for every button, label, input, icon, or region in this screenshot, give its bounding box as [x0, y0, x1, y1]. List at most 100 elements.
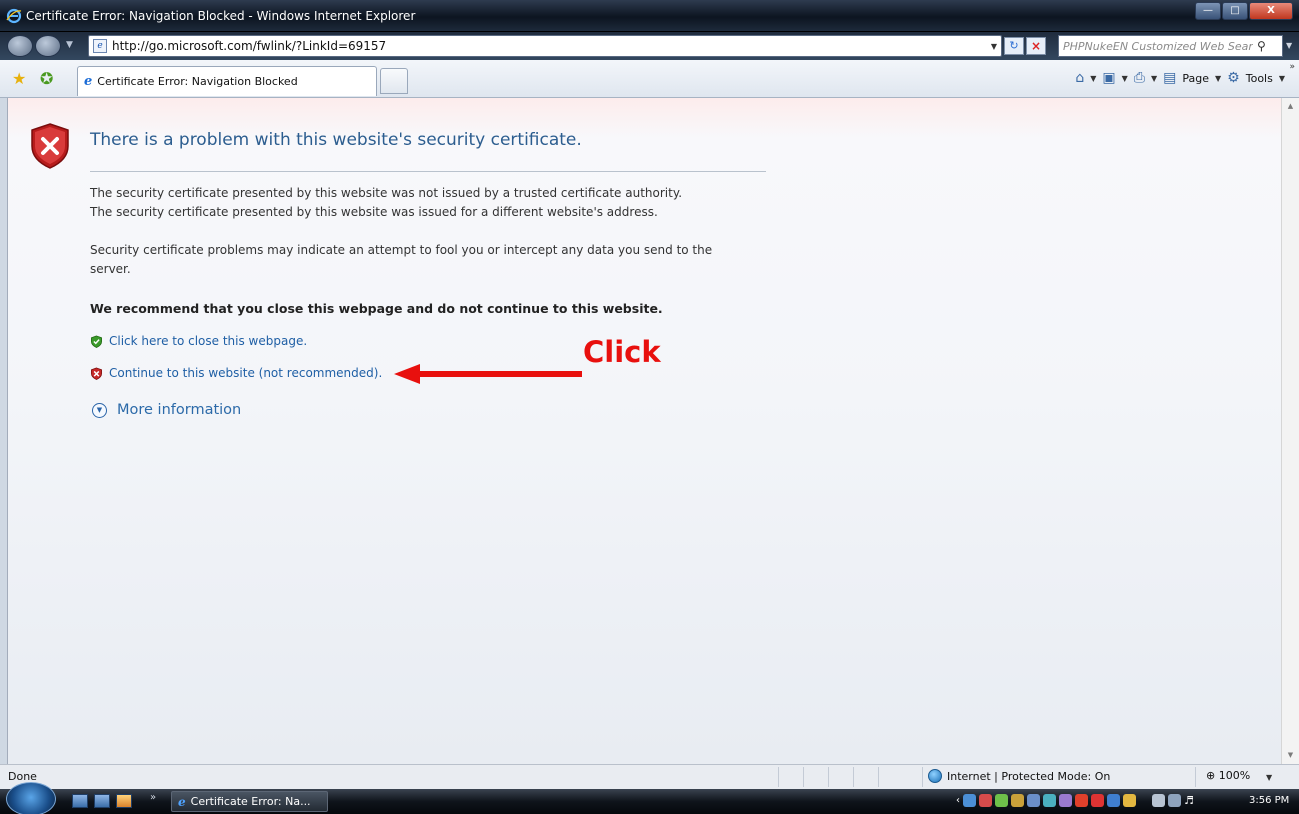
tools-menu-button[interactable]: Tools: [1246, 72, 1273, 85]
favorites-star-icon[interactable]: ★: [12, 69, 26, 88]
zoom-value: 100%: [1218, 769, 1251, 782]
new-tab-button[interactable]: [380, 68, 408, 94]
tray-app-icon[interactable]: [1059, 794, 1072, 807]
tray-app-icon[interactable]: [1091, 794, 1104, 807]
stop-button[interactable]: ×: [1026, 37, 1046, 55]
url-text[interactable]: http://go.microsoft.com/fwlink/?LinkId=6…: [112, 39, 386, 53]
zone-label: Internet | Protected Mode: On: [947, 769, 1111, 783]
tab-certificate-error[interactable]: e Certificate Error: Navigation Blocked: [77, 66, 377, 96]
network-icon[interactable]: [1152, 794, 1165, 807]
scroll-up-icon[interactable]: ▲: [1282, 98, 1299, 115]
tray-chevron-icon[interactable]: ‹: [956, 795, 960, 806]
back-button[interactable]: [7, 35, 33, 57]
quick-launch-chevron-icon[interactable]: »: [150, 792, 156, 803]
globe-icon: [928, 769, 942, 783]
annotation-arrow: [394, 364, 582, 384]
continue-website-link[interactable]: Continue to this website (not recommende…: [109, 366, 382, 380]
address-dropdown-icon[interactable]: ▼: [991, 42, 997, 51]
status-divider: [803, 767, 804, 787]
tray-app-icon[interactable]: [1027, 794, 1040, 807]
scroll-down-icon[interactable]: ▼: [1282, 747, 1299, 764]
command-bar: ⌂ ▼ ▣ ▼ ⎙ ▼ ▤ Page ▼ ⚙ Tools ▼: [1075, 70, 1285, 86]
overflow-chevron-icon[interactable]: »: [1289, 62, 1295, 72]
more-information-label[interactable]: More information: [117, 402, 241, 418]
navigation-bar: ▼ e http://go.microsoft.com/fwlink/?Link…: [0, 32, 1299, 60]
shield-error-icon: [91, 367, 102, 380]
taskbar-window-label: Certificate Error: Na...: [190, 795, 311, 808]
search-input[interactable]: PHPNukeEN Customized Web Searc ⚲: [1058, 35, 1283, 57]
search-icon[interactable]: ⚲: [1257, 39, 1266, 53]
more-information-toggle[interactable]: ▼ More information: [92, 402, 241, 418]
status-divider: [1195, 767, 1196, 787]
tray-app-icon[interactable]: [1011, 794, 1024, 807]
tools-gear-icon: ⚙: [1227, 70, 1240, 86]
tray-app-icon[interactable]: [1043, 794, 1056, 807]
tray-app-icon[interactable]: [1075, 794, 1088, 807]
close-window-button[interactable]: X: [1249, 2, 1293, 20]
page-icon: ▤: [1163, 70, 1177, 86]
ie-icon: [6, 8, 22, 24]
close-webpage-link[interactable]: Click here to close this webpage.: [109, 334, 307, 348]
close-webpage-link-row[interactable]: Click here to close this webpage.: [90, 334, 307, 348]
status-bar: Done Internet | Protected Mode: On ⊕ 100…: [0, 764, 1299, 789]
quick-launch-app-icon[interactable]: [116, 794, 132, 808]
tab-bar: ★ ✪ e Certificate Error: Navigation Bloc…: [0, 60, 1299, 98]
zoom-dropdown-icon[interactable]: ▼: [1266, 773, 1272, 782]
search-placeholder: PHPNukeEN Customized Web Searc: [1063, 39, 1253, 53]
window-title: Certificate Error: Navigation Blocked - …: [26, 9, 416, 23]
search-options-dropdown[interactable]: ▼: [1286, 41, 1292, 50]
system-clock[interactable]: 3:56 PM: [1249, 795, 1289, 806]
page-icon: e: [93, 39, 107, 53]
maximize-button[interactable]: □: [1222, 2, 1248, 20]
security-zone[interactable]: Internet | Protected Mode: On: [928, 769, 1110, 783]
page-dropdown-icon[interactable]: ▼: [1215, 74, 1221, 83]
divider: [90, 171, 766, 172]
taskbar-ie-window[interactable]: e Certificate Error: Na...: [171, 791, 328, 812]
address-bar[interactable]: e http://go.microsoft.com/fwlink/?LinkId…: [88, 35, 1002, 57]
warning-text: Security certificate problems may indica…: [90, 243, 713, 276]
quick-launch: [72, 794, 132, 808]
expand-circle-icon[interactable]: ▼: [92, 402, 107, 418]
vertical-scrollbar[interactable]: ▲ ▼: [1281, 98, 1299, 764]
page-content: There is a problem with this website's s…: [7, 98, 1281, 764]
ie-icon: e: [84, 74, 93, 89]
refresh-button[interactable]: ↻: [1004, 37, 1024, 55]
continue-website-link-row[interactable]: Continue to this website (not recommende…: [90, 366, 382, 380]
display-icon[interactable]: [1168, 794, 1181, 807]
tray-app-icon[interactable]: [1107, 794, 1120, 807]
system-tray: ‹ ♬: [956, 794, 1194, 807]
zoom-level[interactable]: ⊕ 100%: [1206, 769, 1250, 782]
minimize-button[interactable]: —: [1195, 2, 1221, 20]
add-favorites-icon[interactable]: ✪: [40, 69, 53, 88]
error-reason-2: The security certificate presented by th…: [90, 205, 658, 219]
tray-app-icon[interactable]: [995, 794, 1008, 807]
tools-dropdown-icon[interactable]: ▼: [1279, 74, 1285, 83]
tray-security-icon[interactable]: [979, 794, 992, 807]
status-divider: [778, 767, 779, 787]
page-title: There is a problem with this website's s…: [90, 130, 582, 150]
tray-app-icon[interactable]: [963, 794, 976, 807]
volume-icon[interactable]: ♬: [1184, 794, 1194, 807]
tray-app-icon[interactable]: [1123, 794, 1136, 807]
home-dropdown-icon[interactable]: ▼: [1090, 74, 1096, 83]
title-bar: Certificate Error: Navigation Blocked - …: [0, 0, 1299, 32]
feeds-icon[interactable]: ▣: [1102, 70, 1115, 86]
switch-windows-icon[interactable]: [94, 794, 110, 808]
forward-button[interactable]: [35, 35, 61, 57]
shield-ok-icon: [91, 335, 102, 348]
print-icon[interactable]: ⎙: [1134, 70, 1145, 86]
print-dropdown-icon[interactable]: ▼: [1151, 74, 1157, 83]
start-button[interactable]: [6, 782, 56, 814]
feeds-dropdown-icon[interactable]: ▼: [1122, 74, 1128, 83]
home-icon[interactable]: ⌂: [1075, 70, 1084, 86]
shield-error-icon: [31, 123, 69, 169]
recommendation-text: We recommend that you close this webpage…: [90, 301, 663, 316]
page-menu-button[interactable]: Page: [1182, 72, 1209, 85]
recent-pages-dropdown[interactable]: ▼: [66, 40, 73, 50]
click-annotation: Click: [583, 335, 661, 369]
show-desktop-icon[interactable]: [72, 794, 88, 808]
window-controls: — □ X: [1194, 2, 1293, 20]
error-reason-1: The security certificate presented by th…: [90, 186, 683, 200]
ie-icon: e: [178, 794, 186, 809]
taskbar: » e Certificate Error: Na... ‹ ♬ 3:56 PM: [0, 782, 1299, 814]
